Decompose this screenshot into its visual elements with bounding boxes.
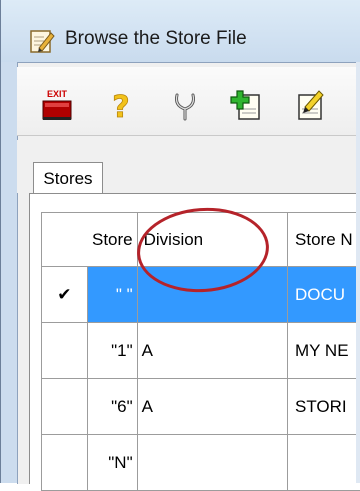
help-button[interactable]: ?	[101, 87, 141, 123]
column-header-store-name[interactable]: Store N	[288, 213, 360, 267]
svg-text:?: ?	[112, 90, 129, 123]
question-mark-icon: ?	[101, 87, 141, 123]
division-cell[interactable]: A	[137, 323, 287, 379]
checkmark-icon: ✔	[42, 267, 88, 323]
grid-header-row: Store Division Store N	[42, 213, 360, 267]
column-header-store[interactable]: Store	[42, 213, 138, 267]
title-bar[interactable]: Browse the Store File	[1, 0, 360, 62]
store-name-cell[interactable]	[288, 435, 360, 491]
fork-button[interactable]	[165, 87, 205, 123]
store-cell[interactable]: "6"	[87, 379, 137, 435]
row-marker-cell	[42, 435, 88, 491]
row-marker-cell	[42, 323, 88, 379]
exit-label: EXIT	[47, 89, 68, 99]
add-record-icon	[227, 87, 267, 123]
edit-button[interactable]	[291, 87, 331, 123]
exit-icon: EXIT	[37, 87, 77, 123]
tab-stores[interactable]: Stores	[33, 162, 103, 195]
tab-strip: Stores	[17, 140, 360, 193]
store-cell[interactable]: " "	[87, 267, 137, 323]
column-header-division[interactable]: Division	[137, 213, 287, 267]
table-row[interactable]: "6" A STORI	[42, 379, 360, 435]
division-cell[interactable]	[137, 435, 287, 491]
browse-store-window: Browse the Store File EXIT ?	[0, 0, 360, 483]
edit-document-icon	[29, 28, 55, 54]
stores-grid[interactable]: Store Division Store N ✔ " " DOCU "1" A …	[41, 212, 360, 483]
toolbar: EXIT ?	[17, 67, 360, 136]
division-cell[interactable]: A	[137, 379, 287, 435]
add-button[interactable]	[227, 87, 267, 123]
store-name-cell[interactable]: STORI	[288, 379, 360, 435]
exit-button[interactable]: EXIT	[37, 87, 77, 123]
window-right-edge	[356, 62, 360, 483]
edit-record-icon	[291, 87, 331, 123]
division-cell[interactable]	[137, 267, 287, 323]
row-marker-cell	[42, 379, 88, 435]
window-title: Browse the Store File	[65, 28, 247, 50]
store-cell[interactable]: "N"	[87, 435, 137, 491]
table-row[interactable]: "1" A MY NE	[42, 323, 360, 379]
store-name-cell[interactable]: DOCU	[288, 267, 360, 323]
store-cell[interactable]: "1"	[87, 323, 137, 379]
table-row[interactable]: ✔ " " DOCU	[42, 267, 360, 323]
wishbone-icon	[165, 87, 205, 123]
table-row[interactable]: "N"	[42, 435, 360, 491]
store-name-cell[interactable]: MY NE	[288, 323, 360, 379]
